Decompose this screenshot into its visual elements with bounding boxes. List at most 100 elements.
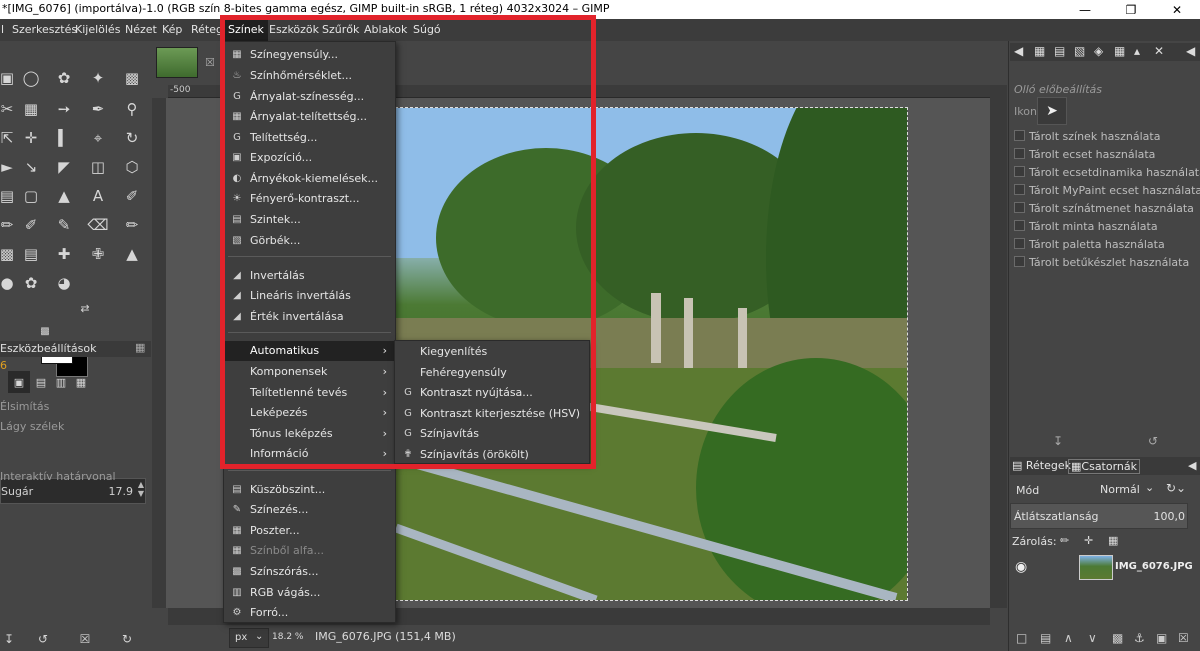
menu-item-value-invert[interactable]: ◢ Érték invertálása bbox=[224, 307, 395, 327]
save-preset-icon[interactable]: ↧ bbox=[1053, 434, 1063, 448]
submenu-item-white-balance[interactable]: Fehéregyensúly bbox=[395, 363, 589, 383]
radius-stepper-icon[interactable]: ▲ ▼ bbox=[138, 480, 144, 498]
menu-item-hue-chroma[interactable]: G Árnyalat-színesség... bbox=[224, 87, 395, 107]
menu-tools[interactable]: Eszközök bbox=[265, 19, 323, 41]
new-layer-icon[interactable]: □ bbox=[1016, 631, 1027, 645]
menu-item-colorize[interactable]: ✎ Színezés... bbox=[224, 500, 395, 520]
menu-view[interactable]: Nézet bbox=[121, 19, 161, 41]
menu-item-color-to-alpha[interactable]: ▦ Színből alfa... bbox=[224, 541, 395, 561]
menu-item-levels[interactable]: ▤ Szintek... bbox=[224, 210, 395, 230]
tool-presets-icon[interactable]: ✕ bbox=[1154, 44, 1164, 58]
device-status-icon[interactable]: ▦ bbox=[1034, 44, 1045, 58]
menu-item-desaturate[interactable]: Telítetlenné tevés › bbox=[224, 383, 395, 403]
gradient-tool-icon[interactable]: ✐ bbox=[121, 185, 143, 207]
mode-replace-icon[interactable]: ▣ bbox=[8, 371, 30, 393]
swap-colors-icon[interactable]: ⇄ bbox=[74, 297, 96, 319]
lock-pixels-icon[interactable]: ✏ bbox=[1060, 534, 1069, 547]
eraser-tool-icon[interactable]: ⌫ bbox=[87, 214, 109, 236]
layer-row[interactable]: ◉ IMG_6076.JPG bbox=[1010, 553, 1200, 583]
menu-item-threshold[interactable]: ▤ Küszöbszint... bbox=[224, 480, 395, 500]
menu-item-exposure[interactable]: ▣ Expozíció... bbox=[224, 148, 395, 168]
scale-tool-icon[interactable]: ↘ bbox=[20, 156, 42, 178]
align-tool-icon[interactable]: ▍ bbox=[53, 127, 75, 149]
menu-item-rgb-clip[interactable]: ▥ RGB vágás... bbox=[224, 583, 395, 603]
restore-icon[interactable]: ❐ bbox=[1108, 0, 1154, 19]
bucket-fill-tool-icon[interactable]: ▲ bbox=[53, 185, 75, 207]
lasso-tool-icon[interactable]: ✿ bbox=[53, 67, 75, 89]
ink-tool-icon[interactable]: ✏ bbox=[121, 214, 143, 236]
duplicate-layer-icon[interactable]: ▩ bbox=[1112, 631, 1123, 645]
foreground-select-tool-icon[interactable]: ▦ bbox=[20, 98, 42, 120]
checkbox-stored-brush[interactable]: Tárolt ecset használata bbox=[1014, 148, 1155, 161]
zoom-tool-icon[interactable]: ⚲ bbox=[121, 98, 143, 120]
menu-item-auto[interactable]: Automatikus › bbox=[224, 341, 395, 361]
text-tool-icon[interactable]: A bbox=[87, 185, 109, 207]
flip-tool-icon[interactable]: ► bbox=[0, 156, 18, 178]
reset-options-icon[interactable]: ↻ bbox=[116, 628, 138, 650]
unit-selector[interactable]: px ⌄ bbox=[229, 628, 269, 648]
pencil-tool-icon[interactable]: ✐ bbox=[20, 214, 42, 236]
menu-layer[interactable]: Réteg bbox=[187, 19, 227, 41]
mode-add-icon[interactable]: ▤ bbox=[30, 371, 52, 393]
lower-layer-icon[interactable]: ∨ bbox=[1088, 631, 1097, 645]
mode-subtract-icon[interactable]: ▥ bbox=[50, 371, 72, 393]
ellipse-select-tool-icon[interactable]: ◯ bbox=[20, 67, 42, 89]
shear-tool-icon[interactable]: ◤ bbox=[53, 156, 75, 178]
configure-tab-icon[interactable]: ▦ bbox=[135, 341, 145, 354]
default-colors-icon[interactable]: ▩ bbox=[34, 320, 56, 342]
perspective-clone-tool-icon[interactable]: ✙ bbox=[87, 243, 109, 265]
menu-item-color-temperature[interactable]: ♨ Színhőmérséklet... bbox=[224, 66, 395, 86]
blur-tool-icon[interactable]: ● bbox=[0, 272, 18, 294]
perspective-tool-icon[interactable]: ◫ bbox=[87, 156, 109, 178]
checkbox-stored-mypaint[interactable]: Tárolt MyPaint ecset használata bbox=[1014, 184, 1200, 197]
measure-tool-icon[interactable]: ⇱ bbox=[0, 127, 18, 149]
vertical-ruler[interactable] bbox=[152, 98, 166, 608]
menu-filters[interactable]: Szűrők bbox=[318, 19, 363, 41]
checkbox-stored-dynamics[interactable]: Tárolt ecsetdinamika használata bbox=[1014, 166, 1200, 179]
clone-tool-icon[interactable]: ▩ bbox=[0, 243, 18, 265]
tool-options-icon[interactable]: ◀ bbox=[1014, 44, 1023, 58]
select-by-color-tool-icon[interactable]: ▩ bbox=[121, 67, 143, 89]
checkbox-stored-palette[interactable]: Tárolt paletta használata bbox=[1014, 238, 1165, 251]
menu-help[interactable]: Súgó bbox=[409, 19, 445, 41]
fonts-icon[interactable]: ▴ bbox=[1134, 44, 1140, 58]
close-icon[interactable]: ✕ bbox=[1154, 0, 1200, 19]
mode-intersect-icon[interactable]: ▦ bbox=[70, 371, 92, 393]
zoom-value[interactable]: 18.2 % bbox=[272, 632, 303, 642]
vertical-scrollbar[interactable] bbox=[990, 85, 1007, 608]
checkbox-stored-gradient[interactable]: Tárolt színátmenet használata bbox=[1014, 202, 1194, 215]
cage-tool-icon[interactable]: ▢ bbox=[20, 185, 42, 207]
opacity-slider[interactable]: Átlátszatlanság 100,0 bbox=[1010, 503, 1188, 529]
restore-options-icon[interactable]: ↺ bbox=[32, 628, 54, 650]
switch-mode-icon[interactable]: ↻⌄ bbox=[1166, 481, 1186, 495]
menu-item-dither[interactable]: ▩ Színszórás... bbox=[224, 562, 395, 582]
delete-options-icon[interactable]: ☒ bbox=[74, 628, 96, 650]
undo-history-icon[interactable]: ▤ bbox=[1054, 44, 1065, 58]
save-options-icon[interactable]: ↧ bbox=[0, 628, 20, 650]
submenu-item-stretch-contrast-hsv[interactable]: G Kontraszt kiterjesztése (HSV) bbox=[395, 404, 589, 424]
menu-item-curves[interactable]: ▧ Görbék... bbox=[224, 231, 395, 251]
interactive-boundary-label[interactable]: Interaktív határvonal bbox=[0, 470, 116, 483]
menu-item-color-balance[interactable]: ▦ Színegyensúly... bbox=[224, 45, 395, 65]
submenu-item-color-enhance-legacy[interactable]: ✟ Színjavítás (örökölt) bbox=[395, 445, 589, 465]
menu-select[interactable]: Kijelölés bbox=[71, 19, 124, 41]
patterns-icon[interactable]: ▦ bbox=[1114, 44, 1125, 58]
menu-item-components[interactable]: Komponensek › bbox=[224, 362, 395, 382]
menu-item-map[interactable]: Leképezés › bbox=[224, 403, 395, 423]
move-tool-icon[interactable]: ✛ bbox=[20, 127, 42, 149]
color-picker-tool-icon[interactable]: ✒ bbox=[87, 98, 109, 120]
menu-item-info[interactable]: Információ › bbox=[224, 444, 395, 464]
menu-item-invert[interactable]: ◢ Invertálás bbox=[224, 266, 395, 286]
menu-item-brightness-contrast[interactable]: ☀ Fényerő-kontraszt... bbox=[224, 189, 395, 209]
tab-layers[interactable]: ▤ Rétegek bbox=[1012, 459, 1071, 472]
checkbox-stored-pattern[interactable]: Tárolt minta használata bbox=[1014, 220, 1158, 233]
warp-tool-icon[interactable]: ▤ bbox=[0, 185, 18, 207]
tab-channels[interactable]: ▦Csatornák bbox=[1068, 459, 1141, 474]
3d-transform-tool-icon[interactable]: ⬡ bbox=[121, 156, 143, 178]
image-tab-thumbnail[interactable] bbox=[156, 47, 198, 78]
anchor-layer-icon[interactable]: ⚓ bbox=[1134, 631, 1145, 645]
menu-item-shadows-highlights[interactable]: ◐ Árnyékok-kiemelések... bbox=[224, 169, 395, 189]
configure-dock-icon[interactable]: ◀ bbox=[1186, 44, 1195, 58]
submenu-item-equalize[interactable]: Kiegyenlítés bbox=[395, 342, 589, 362]
menu-file[interactable]: l bbox=[0, 19, 8, 41]
